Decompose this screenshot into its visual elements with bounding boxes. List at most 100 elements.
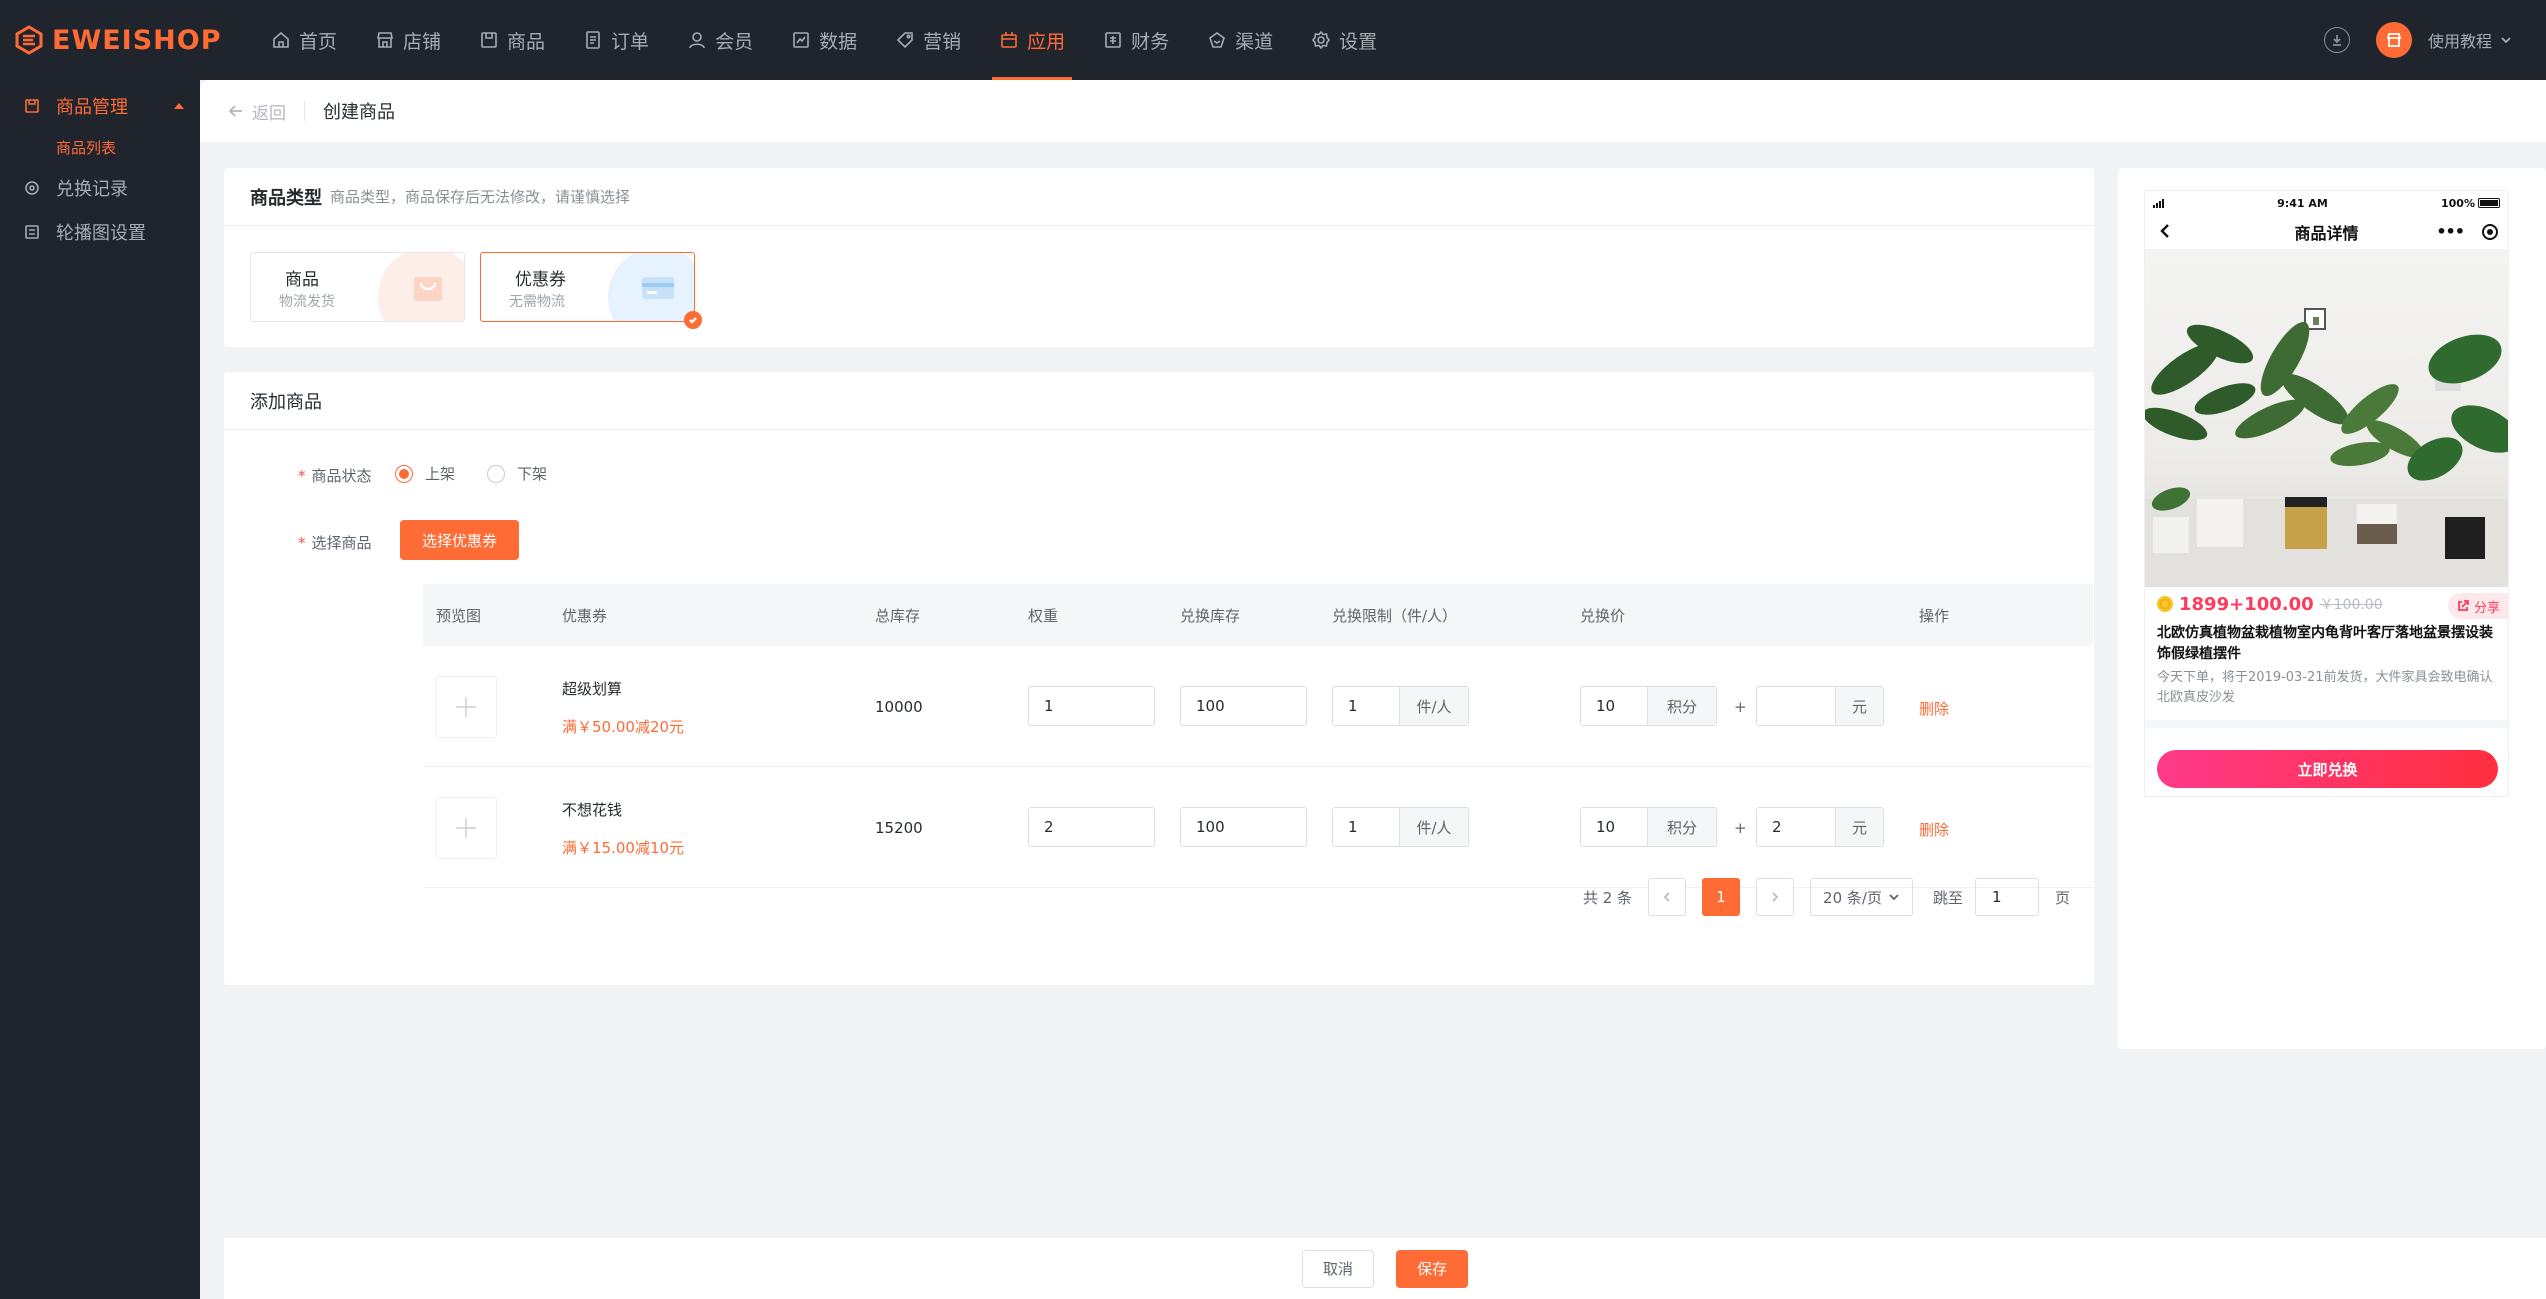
app-icon [1001,32,1017,48]
radio-on-shelf[interactable]: 上架 [395,463,455,484]
tutorial-menu[interactable]: 使用教程 [2428,28,2512,52]
total-stock: 10000 [875,698,923,716]
total-stock: 15200 [875,819,923,837]
avatar[interactable] [2375,22,2412,58]
battery-icon [2477,198,2500,208]
points-input[interactable]: 10 积分 [1580,807,1717,847]
radio-off-shelf[interactable]: 下架 [487,463,547,484]
nav-channel[interactable]: 渠道 [1188,0,1292,80]
cash-input[interactable]: 2 元 [1756,807,1884,847]
nav-label: 首页 [299,30,338,53]
type-option-goods[interactable]: 商品 物流发货 [250,252,465,322]
card-header: 商品类型 商品类型，商品保存后无法修改，请谨慎选择 [224,168,2094,226]
card-hint: 商品类型，商品保存后无法修改，请谨慎选择 [330,188,631,206]
channel-icon [1209,32,1226,48]
share-button[interactable]: 分享 [2447,593,2508,619]
plants-illustration [2145,308,2508,587]
cancel-button[interactable]: 取消 [1302,1249,1374,1288]
plus-sign: + [1734,819,1747,837]
top-bar: EWEISHOP 首页 店铺 商品 订单 会员 数据 营销 应用 财务 渠道 设… [0,0,2546,80]
sidebar-item-exchange-records[interactable]: 兑换记录 [0,166,200,210]
pagination: 共 2 条 1 20 条/页 跳至 1 页 [1583,878,2070,916]
save-button[interactable]: 保存 [1396,1249,1468,1288]
download-icon[interactable] [2323,27,2350,53]
limit-input[interactable]: 1 件/人 [1332,686,1469,726]
exchange-stock-input[interactable]: 100 [1180,807,1307,847]
sidebar-item-carousel[interactable]: 轮播图设置 [0,210,200,254]
nav-app[interactable]: 应用 [980,0,1084,80]
original-price: ￥100.00 [2319,597,2383,613]
page-button-current[interactable]: 1 [1702,878,1741,916]
input-unit: 元 [1835,808,1883,846]
sidebar-group-goods[interactable]: 商品管理 [0,84,200,128]
nav-label: 营销 [923,30,962,53]
status-label: * 商品状态 [298,465,372,486]
sidebar-group-label: 商品管理 [56,97,128,118]
input-value: 10 [1581,687,1647,725]
limit-input[interactable]: 1 件/人 [1332,807,1469,847]
select-coupon-button[interactable]: 选择优惠券 [400,520,519,560]
page-size-select[interactable]: 20 条/页 [1810,878,1913,916]
member-icon [689,32,705,49]
store-avatar-icon [2386,33,2402,47]
caret-up-icon [174,103,184,109]
points-input[interactable]: 10 积分 [1580,686,1717,726]
gear-icon [1312,30,1331,50]
phone-status-bar: 9:41 AM 100% [2145,191,2508,215]
nav-label: 应用 [1027,30,1066,53]
mobile-preview-panel: 9:41 AM 100% 商品详情 ••• 1899+100.00 ￥100.0… [2118,168,2546,1049]
back-label: 返回 [252,103,286,124]
col-total-stock: 总库存 [875,607,921,625]
nav-label: 数据 [819,30,858,53]
store-icon [377,32,393,48]
brand-logo[interactable]: EWEISHOP [14,25,234,56]
nav-data[interactable]: 数据 [772,0,876,80]
col-weight: 权重 [1028,607,1059,625]
upload-thumb[interactable] [435,676,497,738]
weight-input[interactable]: 2 [1028,807,1155,847]
add-goods-card: 添加商品 * 商品状态 上架 下架 * 选择商品 选择优惠券 预览图 优惠券 总库存… [224,372,2094,985]
input-unit: 积分 [1647,687,1716,725]
sidebar-item-label: 兑换记录 [56,179,128,200]
nav-store[interactable]: 店铺 [356,0,460,80]
page-unit: 页 [2054,888,2070,907]
input-value: 1 [1044,697,1054,715]
next-page-button[interactable] [1756,878,1795,916]
label-text: 选择商品 [311,534,372,552]
nav-home[interactable]: 首页 [252,0,356,80]
coupon-rule: 满￥50.00减20元 [562,718,685,736]
jump-input[interactable]: 1 [1974,878,2039,916]
product-title: 北欧仿真植物盆栽植物室内龟背叶客厅落地盆景摆设装饰假绿植摆件 [2157,625,2493,662]
sidebar-item-goods-list[interactable]: 商品列表 [0,128,200,166]
goods-type-card: 商品类型 商品类型，商品保存后无法修改，请谨慎选择 商品 物流发货 优惠券 无需 [224,168,2094,347]
prev-page-button[interactable] [1648,878,1687,916]
chart-icon [793,32,809,48]
radio-dot [487,464,505,483]
weight-input[interactable]: 1 [1028,686,1155,726]
cash-input[interactable]: 元 [1756,686,1884,726]
type-option-coupon[interactable]: 优惠券 无需物流 [480,252,702,329]
redeem-button[interactable]: 立即兑换 [2157,750,2498,788]
upload-thumb[interactable] [435,797,497,859]
phone-frame: 9:41 AM 100% 商品详情 ••• 1899+100.00 ￥100.0… [2144,190,2509,797]
delete-link[interactable]: 删除 [1919,698,1949,719]
exchange-stock-input[interactable]: 100 [1180,686,1307,726]
signal-icon [2153,198,2164,208]
nav-label: 设置 [1339,30,1378,53]
nav-goods[interactable]: 商品 [460,0,564,80]
nav-order[interactable]: 订单 [564,0,668,80]
battery-indicator: 100% [2441,197,2500,210]
radio-dot [395,464,413,483]
nav-settings[interactable]: 设置 [1292,0,1396,80]
nav-finance[interactable]: 财务 [1084,0,1188,80]
required-mark: * [298,534,306,552]
phone-nav-title: 商品详情 [2294,224,2359,243]
exchange-price: 1899+100.00 [2179,593,2314,615]
back-link[interactable]: 返回 [228,99,286,124]
nav-member[interactable]: 会员 [668,0,772,80]
target-icon [2482,223,2498,240]
nav-marketing[interactable]: 营销 [876,0,980,80]
nav-label: 店铺 [403,30,442,53]
breadcrumb: 返回 创建商品 [200,80,2546,142]
delete-link[interactable]: 删除 [1919,819,1949,840]
